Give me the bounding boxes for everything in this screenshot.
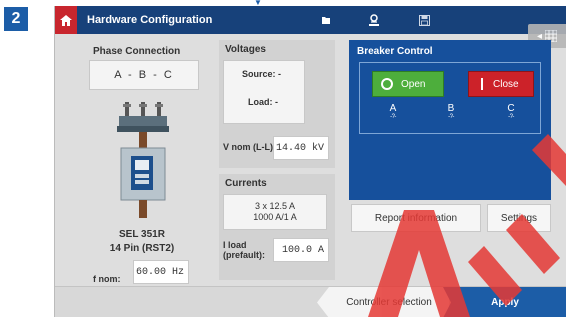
current-rating: 3 x 12.5 A xyxy=(254,201,296,211)
iload-input[interactable]: 100.0 A xyxy=(273,238,329,262)
phase-b-indicator: B -?- xyxy=(436,103,466,120)
breaker-control-title: Breaker Control xyxy=(357,46,433,57)
phase-c-label: C xyxy=(507,103,515,114)
phase-c-indicator: C -?- xyxy=(496,103,526,120)
user-button[interactable] xyxy=(367,13,381,27)
phase-a-state: -?- xyxy=(390,114,396,120)
page-title: Hardware Configuration xyxy=(87,14,213,26)
save-icon xyxy=(418,14,430,26)
iload-label: I load (prefault): xyxy=(223,240,265,260)
apply-button[interactable]: Apply xyxy=(443,287,566,317)
voltages-readout: Source: - Load: - xyxy=(223,60,305,124)
open-button[interactable]: Open xyxy=(372,71,444,97)
user-icon xyxy=(369,14,379,26)
iload-label-line1: I load xyxy=(223,240,247,250)
breaker-control-box: Open Close A -?- B -?- C -?- xyxy=(359,62,541,134)
fnom-label: f nom: xyxy=(93,274,121,284)
controller-selection-button[interactable]: Controller selection xyxy=(317,287,449,317)
step-number-badge: 2 xyxy=(4,7,28,31)
fnom-input[interactable]: 60.00 Hz xyxy=(133,260,189,284)
relay-name-text: SEL 351R xyxy=(119,229,165,240)
home-icon xyxy=(60,14,72,26)
source-voltage: Source: - xyxy=(242,69,282,79)
close-button[interactable]: Close xyxy=(468,71,534,97)
open-circle-icon xyxy=(381,78,393,90)
save-button[interactable] xyxy=(417,13,431,27)
voltages-panel: Voltages Source: - Load: - V nom (L-L): … xyxy=(219,40,335,168)
close-bar-icon xyxy=(481,78,483,90)
phase-b-label: B xyxy=(447,103,455,114)
currents-panel: Currents 3 x 12.5 A 1000 A/1 A I load (p… xyxy=(219,174,335,280)
home-button[interactable] xyxy=(55,6,77,34)
phase-connection-panel: Phase Connection A - B - C SEL 351R 14 P… xyxy=(81,38,199,284)
voltages-title: Voltages xyxy=(225,44,266,55)
phase-connection-select[interactable]: A - B - C xyxy=(89,60,199,90)
iload-label-line2: (prefault): xyxy=(223,250,265,260)
report-information-button[interactable]: Report information xyxy=(351,204,481,232)
phase-b-state: -?- xyxy=(448,114,454,120)
open-button-label: Open xyxy=(401,78,426,90)
load-voltage: Load: - xyxy=(248,97,278,107)
currents-title: Currents xyxy=(225,178,267,189)
phase-a-indicator: A -?- xyxy=(378,103,408,120)
title-bar: Hardware Configuration xyxy=(55,6,566,34)
footer-bar: Controller selection Apply xyxy=(55,286,566,317)
folder-icon xyxy=(322,17,330,24)
relay-model: SEL 351R 14 Pin (RST2) xyxy=(81,228,203,256)
phase-c-state: -?- xyxy=(508,114,514,120)
phase-connection-title: Phase Connection xyxy=(93,46,181,57)
relay-pin-text: 14 Pin (RST2) xyxy=(109,243,175,254)
ct-ratio: 1000 A/1 A xyxy=(253,212,297,222)
settings-button[interactable]: Settings xyxy=(487,204,551,232)
folder-button[interactable] xyxy=(319,13,333,27)
recloser-device-icon xyxy=(117,102,169,218)
close-button-label: Close xyxy=(493,78,519,90)
vnom-label: V nom (L-L): xyxy=(223,142,276,152)
phase-a-label: A xyxy=(389,103,397,114)
app-window: Hardware Configuration ◂ Phase Connectio… xyxy=(54,6,566,317)
currents-readout: 3 x 12.5 A 1000 A/1 A xyxy=(223,194,327,230)
vnom-input[interactable]: 14.40 kV xyxy=(273,136,329,160)
breaker-control-panel: Breaker Control Open Close A -?- B -?- C… xyxy=(349,40,551,200)
